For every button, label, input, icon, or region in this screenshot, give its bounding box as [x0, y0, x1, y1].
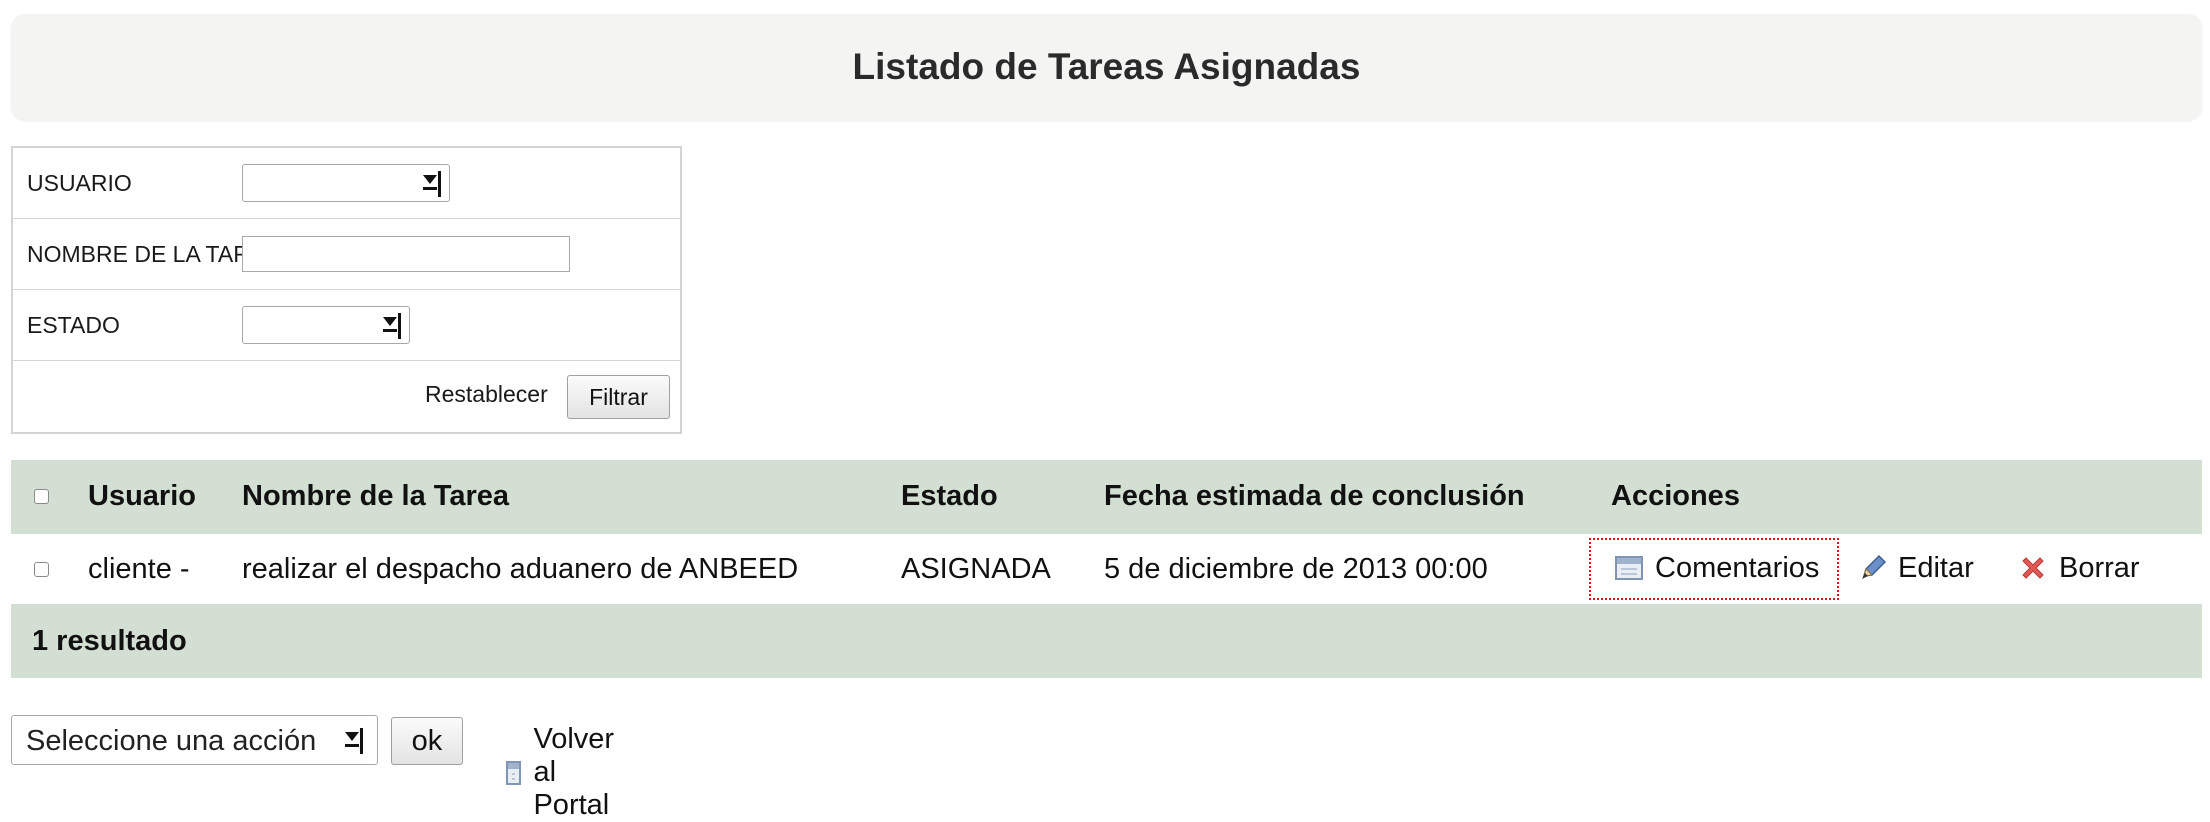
delete-x-icon — [2022, 557, 2044, 579]
column-header-acciones: Acciones — [1611, 480, 1740, 512]
comentarios-label: Comentarios — [1655, 551, 1820, 584]
column-header-tarea[interactable]: Nombre de la Tarea — [242, 480, 509, 513]
bulk-action-dropdown-arrow — [341, 722, 371, 758]
result-count: 1 resultado — [32, 625, 187, 657]
select-all-checkbox[interactable] — [34, 489, 49, 504]
chevron-down-icon — [343, 728, 363, 754]
cell-usuario: cliente - — [88, 553, 190, 585]
volver-portal-label: Volver al Portal — [533, 723, 615, 821]
pencil-icon — [1862, 554, 1887, 579]
filter-row-estado: ESTADO — [13, 290, 680, 361]
document-icon — [1615, 556, 1643, 580]
page-title: Listado de Tareas Asignadas — [852, 46, 1361, 87]
filter-panel: USUARIO NOMBRE DE LA TAREA ESTADO Restab… — [11, 146, 682, 434]
chevron-down-icon — [381, 313, 401, 339]
ok-button[interactable]: ok — [391, 717, 463, 765]
filter-button[interactable]: Filtrar — [567, 375, 670, 419]
cell-estado: ASIGNADA — [901, 553, 1051, 585]
bulk-action-value: Seleccione una acción — [26, 725, 317, 757]
estado-label: ESTADO — [27, 311, 120, 338]
volver-portal-link[interactable]: Volver al Portal — [506, 723, 627, 822]
tarea-input[interactable] — [242, 236, 570, 272]
editar-button[interactable]: Editar — [1858, 548, 1974, 588]
document-icon — [506, 760, 522, 785]
table-footer: 1 resultado — [11, 604, 2202, 678]
estado-select[interactable] — [242, 306, 410, 344]
cell-fecha: 5 de diciembre de 2013 00:00 — [1104, 553, 1488, 585]
bulk-action-select[interactable]: Seleccione una acción — [11, 715, 378, 765]
row-checkbox[interactable] — [34, 562, 49, 577]
column-header-usuario[interactable]: Usuario — [88, 480, 196, 513]
editar-label: Editar — [1898, 551, 1974, 584]
filter-row-buttons: Restablecer Filtrar — [13, 361, 680, 432]
usuario-label: USUARIO — [27, 169, 132, 196]
usuario-select[interactable] — [242, 164, 450, 202]
column-header-estado[interactable]: Estado — [901, 480, 998, 513]
borrar-label: Borrar — [2059, 551, 2140, 584]
chevron-down-icon — [421, 171, 441, 197]
borrar-button[interactable]: Borrar — [2019, 548, 2140, 588]
filter-row-tarea: NOMBRE DE LA TAREA — [13, 219, 680, 290]
reset-link[interactable]: Restablecer — [425, 381, 548, 408]
table-row: cliente - realizar el despacho aduanero … — [11, 534, 2202, 604]
page-header: Listado de Tareas Asignadas — [11, 14, 2202, 120]
cell-tarea: realizar el despacho aduanero de ANBEED — [242, 553, 799, 585]
column-header-fecha[interactable]: Fecha estimada de conclusión — [1104, 480, 1525, 513]
comentarios-button[interactable]: Comentarios — [1615, 548, 1819, 588]
filter-row-usuario: USUARIO — [13, 148, 680, 219]
table-header: Usuario Nombre de la Tarea Estado Fecha … — [11, 460, 2202, 534]
